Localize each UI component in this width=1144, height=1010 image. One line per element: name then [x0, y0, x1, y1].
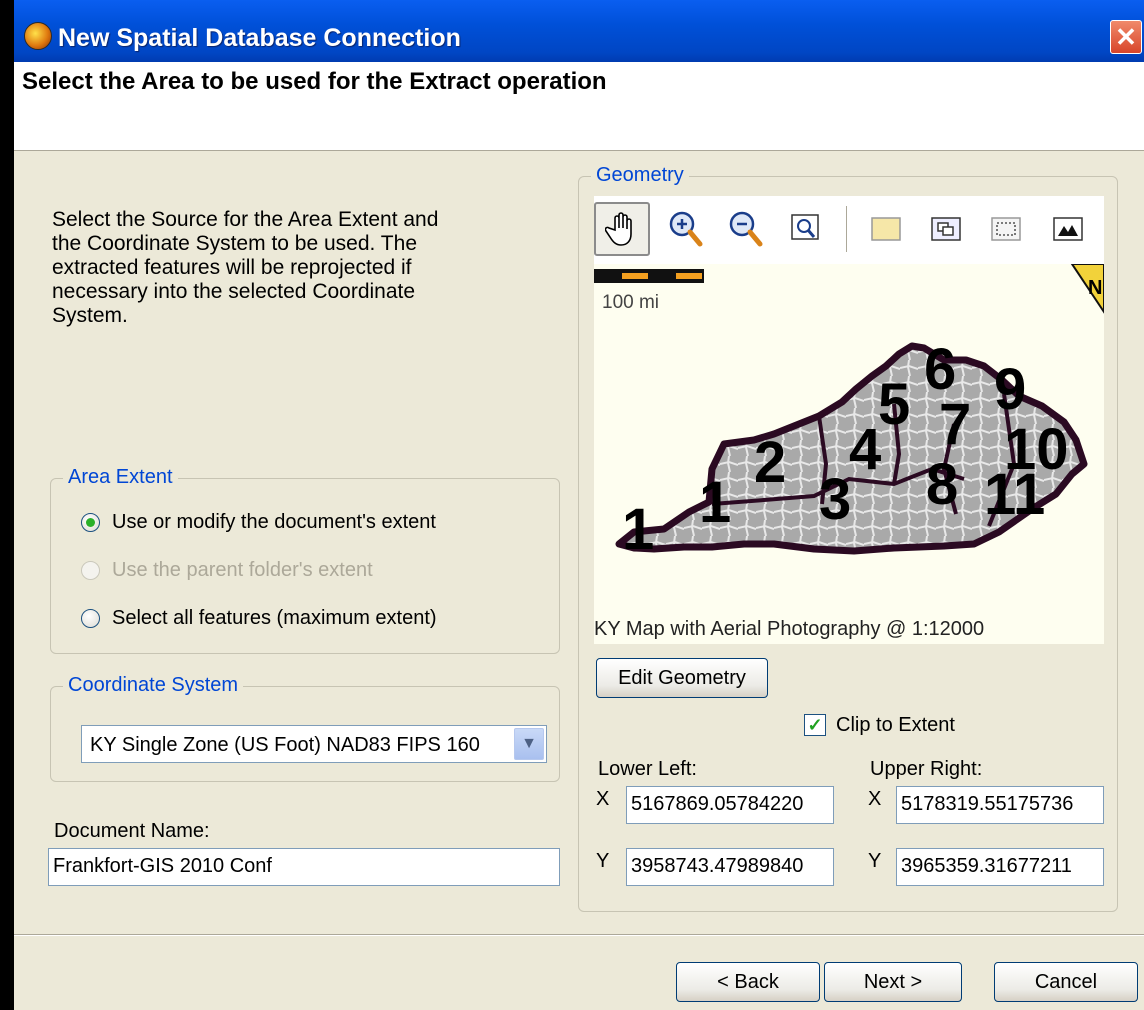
window-title: New Spatial Database Connection	[58, 24, 461, 52]
district-label: 1	[622, 497, 654, 562]
wizard-header: Select the Area to be used for the Extra…	[14, 62, 1144, 151]
close-icon: ✕	[1115, 22, 1137, 52]
full-extent-button[interactable]	[918, 202, 974, 256]
lower-left-x-input[interactable]: 5167869.05784220	[626, 786, 834, 824]
upper-right-x-input[interactable]: 5178319.55175736	[896, 786, 1104, 824]
clip-to-extent-label: Clip to Extent	[836, 714, 955, 736]
folder-extent-icon	[871, 217, 901, 241]
coordinate-system-value: KY Single Zone (US Foot) NAD83 FIPS 160	[90, 734, 480, 756]
upper-right-label: Upper Right:	[870, 758, 983, 780]
zoom-window-button[interactable]	[778, 202, 834, 256]
north-label: N	[1088, 277, 1102, 299]
district-label: 11	[984, 462, 1045, 527]
scale-label: 100 mi	[602, 292, 660, 313]
close-button[interactable]: ✕	[1110, 20, 1142, 54]
radio-select-all-features[interactable]: Select all features (maximum extent)	[81, 607, 437, 630]
next-button[interactable]: Next >	[824, 962, 962, 1002]
radio-parent-folder-extent: Use the parent folder's extent	[81, 559, 373, 582]
district-label: 8	[926, 452, 958, 517]
chevron-down-icon[interactable]: ▼	[514, 728, 544, 760]
radio-button	[81, 561, 100, 580]
map-canvas[interactable]: 1 1 2 3 4 5 6 7 8 9 10 11 N 100 mi KY Ma…	[594, 264, 1104, 644]
pan-hand-icon	[605, 212, 632, 246]
cancel-button[interactable]: Cancel	[994, 962, 1138, 1002]
zoom-out-icon	[729, 211, 763, 247]
dialog-window: New Spatial Database Connection ✕ Select…	[14, 0, 1144, 1010]
kentucky-map: 1 1 2 3 4 5 6 7 8 9 10 11 N	[594, 264, 1104, 562]
instructions-text: Select the Source for the Area Extent an…	[52, 208, 439, 327]
pan-tool-button[interactable]	[594, 202, 650, 256]
geometry-legend: Geometry	[591, 164, 689, 187]
edit-geometry-button[interactable]: Edit Geometry	[596, 658, 768, 698]
select-rectangle-icon	[991, 217, 1021, 241]
zoom-window-icon	[791, 214, 819, 240]
app-icon	[24, 22, 52, 50]
toolbar-separator	[846, 206, 850, 252]
radio-label: Select all features (maximum extent)	[112, 607, 437, 629]
coordinate-system-legend: Coordinate System	[63, 674, 244, 697]
radio-document-extent[interactable]: Use or modify the document's extent	[81, 511, 436, 534]
district-label: 3	[819, 467, 851, 532]
zoom-in-icon	[669, 211, 703, 247]
document-name-label: Document Name:	[54, 820, 210, 842]
radio-label: Use or modify the document's extent	[112, 511, 436, 533]
document-name-input[interactable]: Frankfort-GIS 2010 Conf	[48, 848, 560, 886]
district-label: 4	[849, 417, 881, 482]
page-title: Select the Area to be used for the Extra…	[22, 68, 607, 95]
district-label: 1	[699, 470, 731, 535]
radio-button[interactable]	[81, 513, 100, 532]
full-extent-icon	[931, 217, 961, 241]
coordinate-system-group: Coordinate System KY Single Zone (US Foo…	[50, 674, 560, 782]
footer-separator	[14, 934, 1144, 936]
map-view-button[interactable]	[1040, 202, 1096, 256]
zoom-out-button[interactable]	[718, 202, 774, 256]
radio-label: Use the parent folder's extent	[112, 559, 373, 581]
upper-right-y-input[interactable]: 3965359.31677211	[896, 848, 1104, 886]
map-caption: KY Map with Aerial Photography @ 1:12000	[594, 618, 985, 640]
district-label: 7	[939, 392, 971, 457]
map-toolbar	[594, 196, 1104, 264]
clip-to-extent-checkbox[interactable]: ✓	[804, 714, 826, 736]
upper-right-x-label: X	[868, 788, 882, 810]
area-extent-group: Area Extent Use or modify the document's…	[50, 466, 560, 654]
title-bar[interactable]: New Spatial Database Connection ✕	[14, 0, 1144, 62]
area-extent-legend: Area Extent	[63, 466, 178, 489]
lower-left-label: Lower Left:	[598, 758, 697, 780]
zoom-in-button[interactable]	[658, 202, 714, 256]
district-label: 9	[994, 357, 1026, 422]
upper-right-y-label: Y	[868, 850, 882, 872]
lower-left-y-input[interactable]: 3958743.47989840	[626, 848, 834, 886]
lower-left-y-label: Y	[596, 850, 610, 872]
select-rectangle-button[interactable]	[978, 202, 1034, 256]
radio-button[interactable]	[81, 609, 100, 628]
district-label: 2	[754, 430, 786, 495]
coordinate-system-select[interactable]: KY Single Zone (US Foot) NAD83 FIPS 160 …	[81, 725, 547, 763]
map-view-icon	[1053, 217, 1083, 241]
lower-left-x-label: X	[596, 788, 610, 810]
folder-extent-button[interactable]	[858, 202, 914, 256]
district-label: 5	[878, 372, 910, 437]
scale-bar	[594, 269, 704, 283]
back-button[interactable]: < Back	[676, 962, 820, 1002]
